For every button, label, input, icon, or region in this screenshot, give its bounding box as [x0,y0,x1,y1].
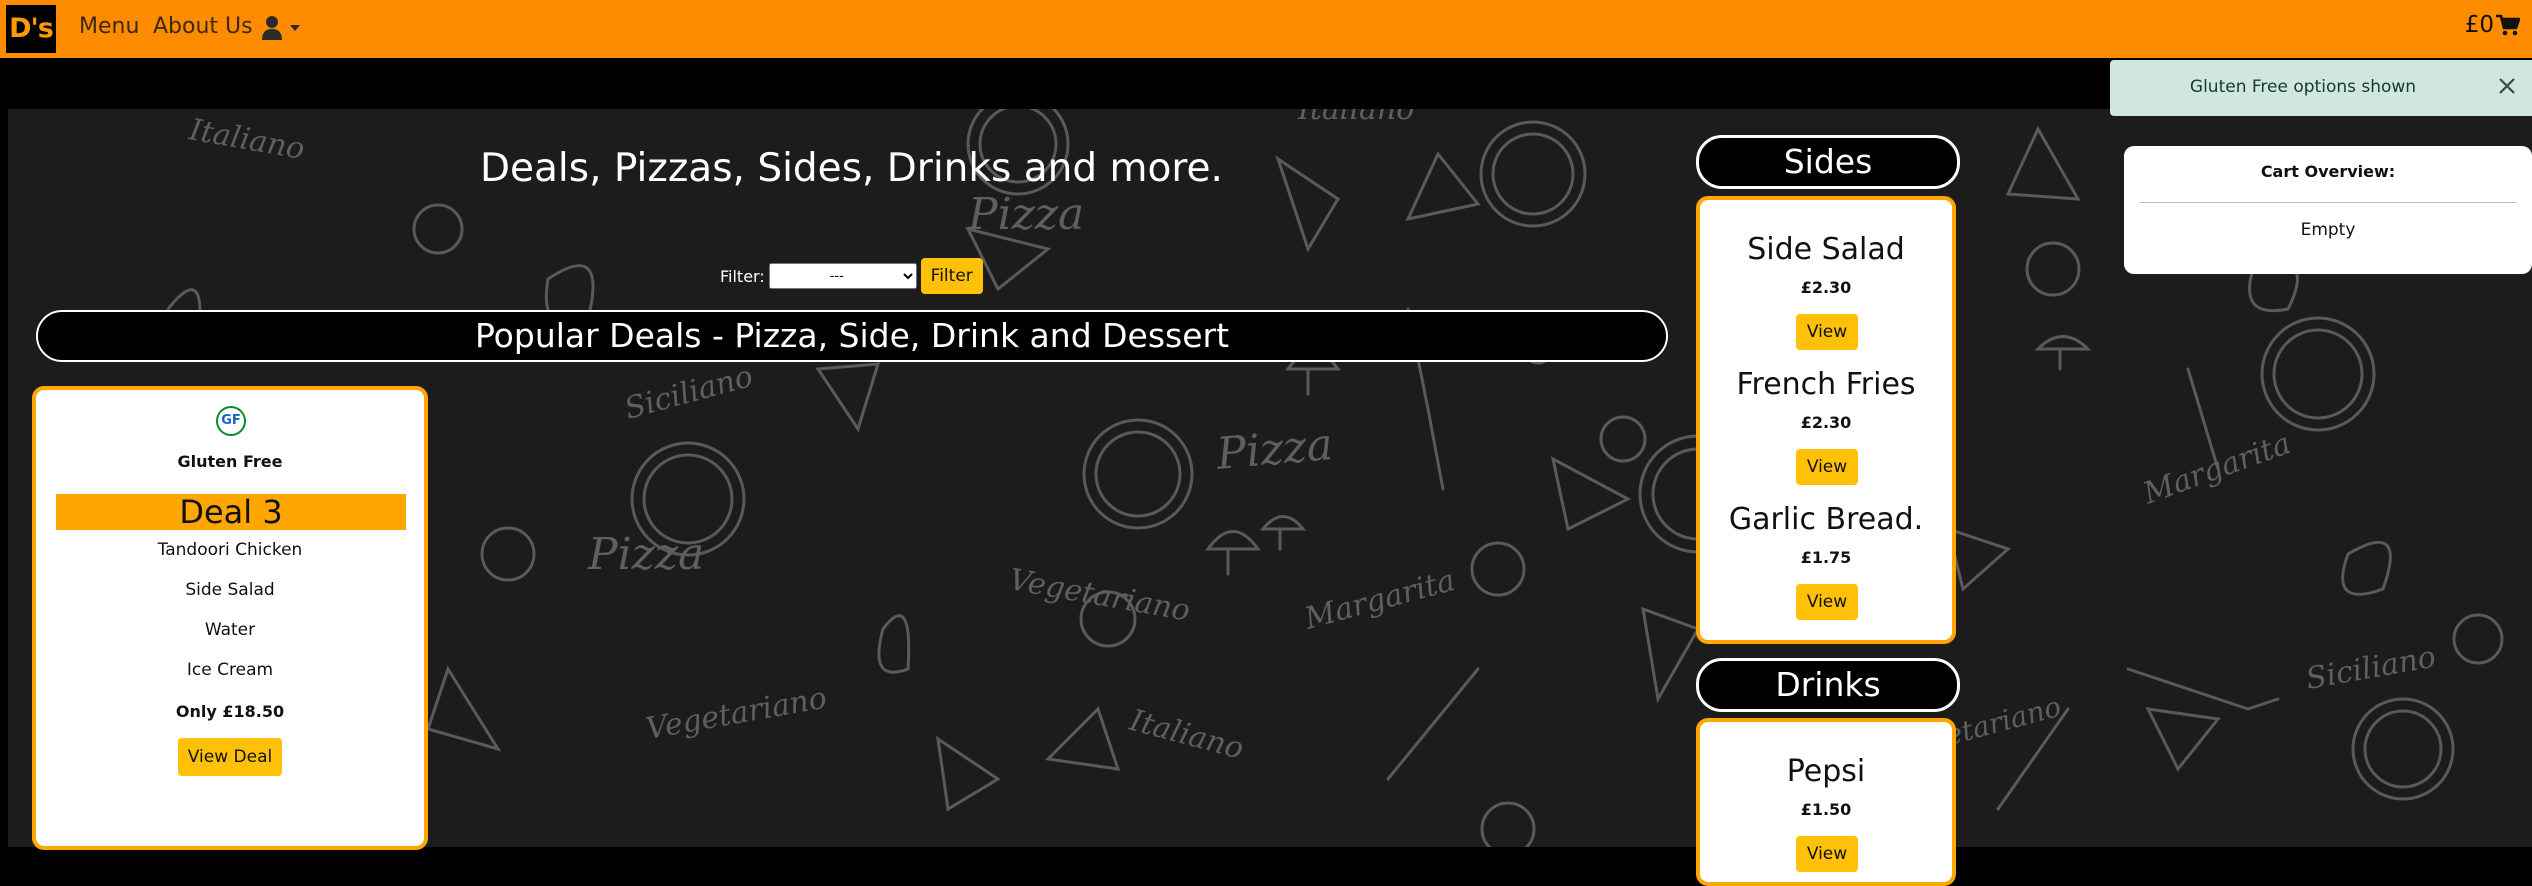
svg-text:Italiano: Italiano [1125,703,1247,767]
brand-logo[interactable]: D's [6,5,56,53]
side-item-price: £1.75 [1800,548,1852,567]
top-navbar: D's Menu About Us £0 [0,0,2532,58]
side-item-price: £2.30 [1800,278,1852,297]
filter-button[interactable]: Filter [920,258,983,294]
sides-heading: Sides [1696,135,1960,189]
deals-heading: Popular Deals - Pizza, Side, Drink and D… [36,310,1668,362]
svg-text:Italiano: Italiano [186,112,308,167]
deal-item: Side Salad [185,580,275,600]
nav-about-link[interactable]: About Us [153,14,253,39]
divider [2140,202,2516,203]
gluten-free-icon: GF [216,406,246,436]
gluten-free-toast: Gluten Free options shown [2110,60,2532,116]
deal-item: Ice Cream [186,660,274,680]
side-view-button[interactable]: View [1796,584,1858,620]
svg-text:Siciliano: Siciliano [2303,640,2438,697]
side-view-button[interactable]: View [1796,449,1858,485]
view-deal-button[interactable]: View Deal [178,738,282,776]
side-view-button[interactable]: View [1796,314,1858,350]
deal-title: Deal 3 [56,494,406,530]
deal-item: Water [204,620,256,640]
toast-message: Gluten Free options shown [2189,77,2417,97]
deal-item: Tandoori Chicken [157,540,303,560]
gluten-free-label: Gluten Free [177,452,283,471]
filter-select[interactable]: --- [768,263,917,289]
close-icon[interactable] [2495,74,2519,98]
filter-form: Filter: --- Filter [720,258,983,294]
caret-down-icon [290,25,300,31]
svg-text:Siciliano: Siciliano [621,359,757,427]
svg-text:Pizza: Pizza [967,189,1084,240]
user-dropdown[interactable] [261,14,305,42]
cart-total: £0 [2464,12,2494,38]
deal-card: GF Gluten Free Deal 3 Tandoori Chicken S… [32,386,428,850]
page-title: Deals, Pizzas, Sides, Drinks and more. [480,146,1223,191]
svg-text:Margarita: Margarita [1300,563,1459,637]
drinks-card: Pepsi £1.50 View [1696,718,1956,886]
deal-price: Only £18.50 [175,702,285,721]
side-item-price: £2.30 [1800,413,1852,432]
svg-text:Italiano: Italiano [1297,109,1414,127]
svg-text:Margarita: Margarita [2138,426,2296,512]
user-icon [262,16,300,40]
cart-icon [2496,14,2520,36]
drink-item-name: Pepsi [1786,754,1866,789]
cart-status: Empty [2300,220,2356,240]
svg-text:Vegetariano: Vegetariano [1007,562,1193,628]
cart-overview-panel: Cart Overview: Empty [2124,146,2532,274]
filter-label: Filter: [720,266,765,286]
svg-text:Pizza: Pizza [587,529,704,580]
sides-card: Side Salad £2.30 View French Fries £2.30… [1696,196,1956,644]
cart-overview-title: Cart Overview: [2260,162,2396,181]
svg-text:Vegetariano: Vegetariano [643,681,829,747]
side-item-name: Garlic Bread. [1728,502,1924,537]
svg-text:Pizza: Pizza [1214,419,1335,480]
nav-menu-link[interactable]: Menu [79,14,139,39]
drink-item-price: £1.50 [1800,800,1852,819]
drink-view-button[interactable]: View [1796,836,1858,872]
side-item-name: French Fries [1736,367,1916,402]
drinks-heading: Drinks [1696,658,1960,712]
side-item-name: Side Salad [1747,232,1905,267]
cart-link[interactable]: £0 [2465,12,2520,38]
